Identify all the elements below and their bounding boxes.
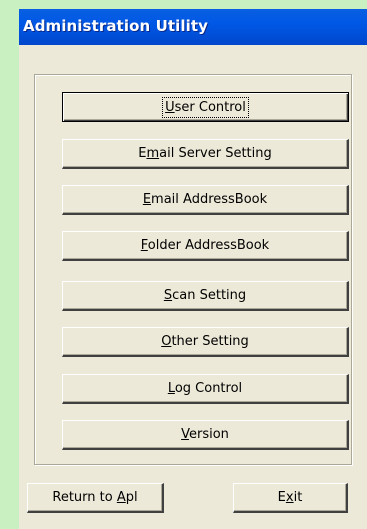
return-to-apl-button[interactable]: Return to Apl: [27, 483, 164, 513]
button-label: Email AddressBook: [142, 192, 268, 207]
other-setting-button[interactable]: Other Setting: [62, 327, 349, 357]
button-label: Version: [181, 427, 229, 442]
button-label: Folder AddressBook: [140, 238, 270, 253]
email-addressbook-button[interactable]: Email AddressBook: [62, 185, 349, 215]
window-title: Administration Utility: [23, 17, 208, 35]
admin-utility-window: Administration Utility User Control Emai…: [19, 9, 367, 529]
title-bar[interactable]: Administration Utility: [19, 9, 367, 45]
version-button[interactable]: Version: [62, 420, 349, 450]
button-label: User Control: [162, 96, 249, 118]
log-control-button[interactable]: Log Control: [62, 374, 349, 404]
scan-setting-button[interactable]: Scan Setting: [62, 281, 349, 311]
menu-group-box: [34, 74, 352, 465]
button-label: Email Server Setting: [138, 146, 272, 161]
exit-button[interactable]: Exit: [233, 483, 348, 513]
button-label: Exit: [277, 490, 303, 505]
button-label: Other Setting: [161, 334, 249, 349]
user-control-button[interactable]: User Control: [62, 92, 349, 122]
button-label: Return to Apl: [52, 490, 138, 505]
email-server-setting-button[interactable]: Email Server Setting: [62, 139, 349, 169]
folder-addressbook-button[interactable]: Folder AddressBook: [62, 231, 349, 261]
button-label: Scan Setting: [163, 288, 247, 303]
button-label: Log Control: [167, 381, 243, 396]
